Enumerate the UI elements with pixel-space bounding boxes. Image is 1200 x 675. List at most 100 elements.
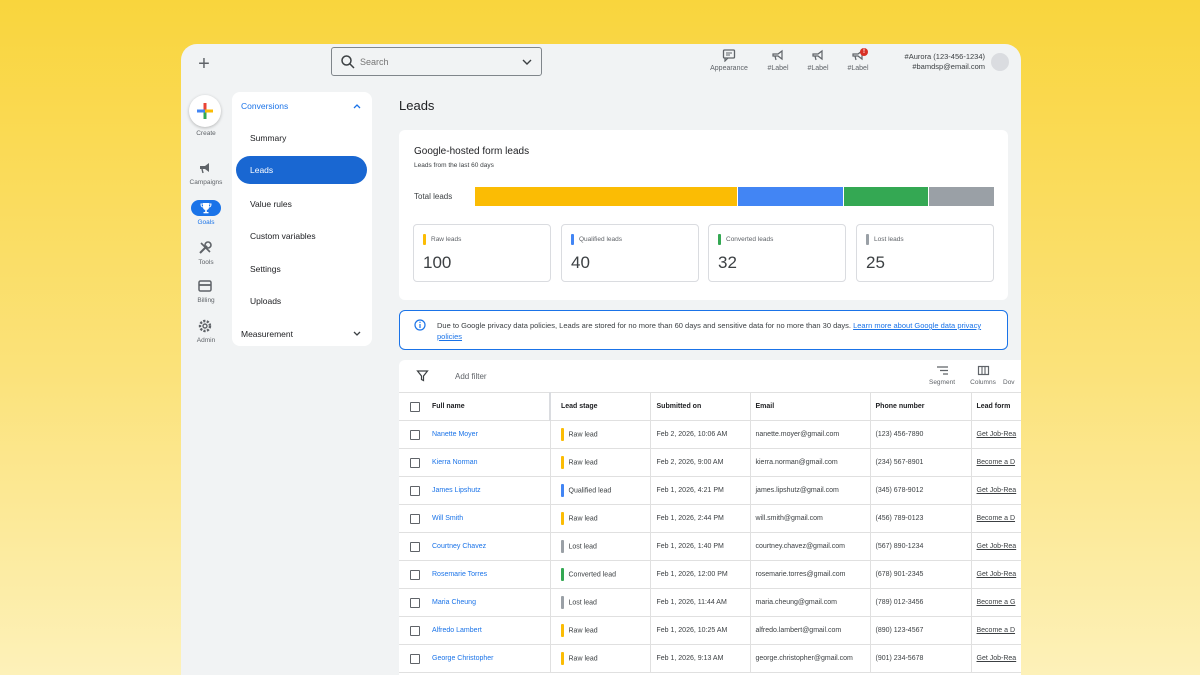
campaigns-label[interactable]: Campaigns (181, 179, 231, 186)
row-checkbox[interactable] (410, 429, 420, 440)
stage-color-mark (560, 456, 564, 469)
row-checkbox[interactable] (410, 597, 420, 608)
stage-color-mark (560, 428, 564, 441)
lead-name-link[interactable]: Nanette Moyer (432, 431, 478, 438)
lead-form-link[interactable]: Become a D (977, 459, 1016, 466)
header-lead-form[interactable]: Lead form (971, 392, 1021, 421)
lead-form-cell: Get Job-Rea (971, 532, 1021, 561)
gear-icon[interactable] (197, 318, 213, 334)
campaigns-icon[interactable] (197, 160, 213, 176)
row-checkbox[interactable] (410, 541, 420, 552)
card-title: Google-hosted form leads (414, 146, 530, 157)
sidebar-item-custom-variables[interactable]: Custom variables (250, 231, 316, 241)
lead-name-link[interactable]: Kierra Norman (432, 459, 478, 466)
submitted-on: Feb 1, 2026, 2:44 PM (650, 504, 751, 533)
privacy-notice: Due to Google privacy data policies, Lea… (399, 310, 1008, 350)
tools-label[interactable]: Tools (181, 259, 231, 266)
lead-form-link[interactable]: Get Job-Rea (977, 543, 1017, 550)
lead-name-link[interactable]: George Christopher (432, 655, 493, 662)
row-checkbox[interactable] (410, 457, 420, 468)
add-filter-button[interactable]: Add filter (455, 372, 487, 381)
header-lead-stage[interactable]: Lead stage (550, 392, 651, 421)
lead-form-link[interactable]: Get Job-Rea (977, 655, 1017, 662)
appearance-button[interactable]: Appearance (707, 49, 751, 72)
goals-label[interactable]: Goals (181, 219, 231, 226)
stat-raw-leads: Raw leads 100 (413, 224, 551, 282)
row-checkbox[interactable] (410, 513, 420, 524)
filter-icon[interactable] (416, 369, 429, 382)
stat-color-mark (423, 234, 426, 245)
lead-form-link[interactable]: Become a D (977, 627, 1016, 634)
select-all-checkbox[interactable] (410, 401, 420, 412)
table-row[interactable]: Courtney Chavez Lost lead Feb 1, 2026, 1:4… (399, 532, 1021, 561)
stage-cell: Converted lead (550, 560, 651, 589)
search-box[interactable] (331, 47, 542, 76)
billing-icon[interactable] (197, 278, 213, 294)
sidebar-item-settings[interactable]: Settings (250, 264, 281, 274)
lead-form-cell: Become a D (971, 448, 1021, 477)
chevron-up-icon[interactable] (352, 101, 362, 111)
search-input[interactable] (360, 53, 510, 70)
table-row[interactable]: Alfredo Lambert Raw lead Feb 1, 2026, 10:2… (399, 616, 1021, 645)
plus-icon[interactable]: + (193, 53, 215, 75)
tools-icon[interactable] (197, 240, 213, 256)
lead-form-link[interactable]: Get Job-Rea (977, 571, 1017, 578)
avatar[interactable] (991, 53, 1009, 71)
chevron-down-icon[interactable] (521, 56, 533, 68)
label-button-2[interactable]: #Label (796, 49, 840, 72)
lead-name-link[interactable]: Courtney Chavez (432, 543, 486, 550)
chevron-down-icon[interactable] (352, 329, 362, 339)
segment-icon (936, 366, 948, 375)
account-info[interactable]: #Aurora (123-456-1234) #bamdsp@email.com (883, 52, 985, 72)
row-checkbox[interactable] (410, 485, 420, 496)
row-checkbox[interactable] (410, 653, 420, 664)
lead-form-link[interactable]: Get Job-Rea (977, 431, 1017, 438)
account-id: #Aurora (123-456-1234) (904, 52, 985, 61)
table-row[interactable]: George Christopher Raw lead Feb 1, 2026, 9… (399, 644, 1021, 673)
sidebar-item-summary[interactable]: Summary (250, 133, 286, 143)
table-row[interactable]: Maria Cheung Lost lead Feb 1, 2026, 11:44 … (399, 588, 1021, 617)
app-window: + Appearance #Label #Label ! #Label #Aur… (181, 44, 1021, 675)
nav-section-conversions[interactable]: Conversions (241, 101, 288, 111)
lead-form-link[interactable]: Become a G (977, 599, 1016, 606)
email: james.lipshutz@gmail.com (750, 476, 871, 505)
goals-button[interactable] (191, 200, 221, 216)
header-phone-number[interactable]: Phone number (870, 392, 972, 421)
row-select-cell (399, 616, 427, 645)
segment-button[interactable]: Segment (924, 365, 960, 386)
admin-label[interactable]: Admin (181, 337, 231, 344)
sidebar-item-leads[interactable]: Leads (236, 156, 367, 184)
header-email[interactable]: Email (750, 392, 871, 421)
lead-form-cell: Become a D (971, 504, 1021, 533)
lead-name-link[interactable]: James Lipshutz (432, 487, 481, 494)
lead-name-link[interactable]: Will Smith (432, 515, 463, 522)
columns-button[interactable]: Columns (965, 365, 1001, 386)
lead-name-link[interactable]: Rosemarie Torres (432, 571, 487, 578)
sidebar-item-value-rules[interactable]: Value rules (250, 199, 292, 209)
lead-form-cell: Get Job-Rea (971, 476, 1021, 505)
nav-section-measurement[interactable]: Measurement (241, 329, 293, 339)
email: alfredo.lambert@gmail.com (750, 616, 871, 645)
create-button[interactable] (189, 95, 221, 127)
table-row[interactable]: Nanette Moyer Raw lead Feb 2, 2026, 10:06 … (399, 420, 1021, 449)
sidebar-item-uploads[interactable]: Uploads (250, 296, 281, 306)
label-button-1[interactable]: #Label (756, 49, 800, 72)
table-row[interactable]: Kierra Norman Raw lead Feb 2, 2026, 9:00 A… (399, 448, 1021, 477)
label-button-3[interactable]: ! #Label (836, 48, 880, 72)
row-checkbox[interactable] (410, 569, 420, 580)
header-full-name[interactable]: Full name (427, 392, 551, 421)
lead-name-link[interactable]: Alfredo Lambert (432, 627, 482, 634)
lead-form-link[interactable]: Get Job-Rea (977, 487, 1017, 494)
lead-name-link[interactable]: Maria Cheung (432, 599, 476, 606)
billing-label[interactable]: Billing (181, 297, 231, 304)
segment-label: Segment (928, 379, 956, 386)
table-row[interactable]: Will Smith Raw lead Feb 1, 2026, 2:44 PM wi… (399, 504, 1021, 533)
table-row[interactable]: Rosemarie Torres Converted lead Feb 1, 202… (399, 560, 1021, 589)
download-button[interactable]: Dov (1003, 365, 1021, 386)
row-checkbox[interactable] (410, 625, 420, 636)
submitted-on: Feb 1, 2026, 12:00 PM (650, 560, 751, 589)
header-submitted-on[interactable]: Submitted on (650, 392, 751, 421)
lead-form-link[interactable]: Become a D (977, 515, 1016, 522)
table-row[interactable]: James Lipshutz Qualified lead Feb 1, 2026,… (399, 476, 1021, 505)
email: nanette.moyer@gmail.com (750, 420, 871, 449)
